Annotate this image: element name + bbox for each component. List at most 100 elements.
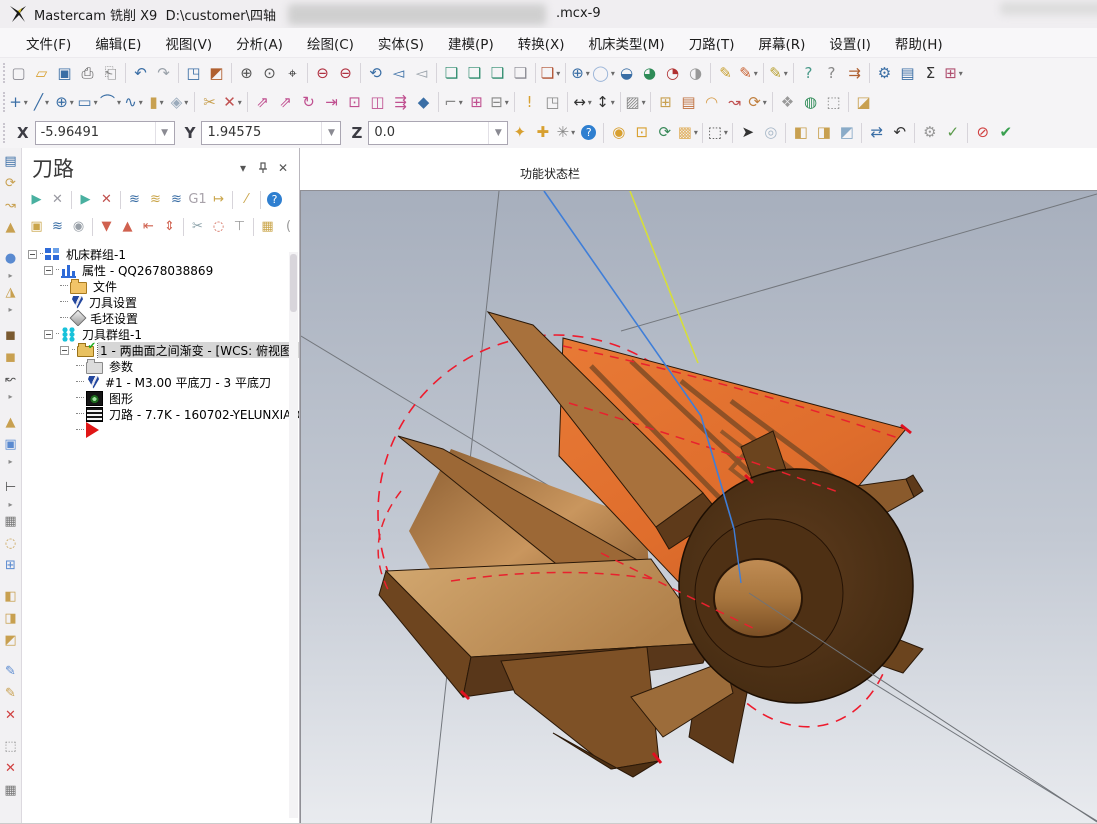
new-file-icon[interactable]: ▢ [7,60,30,86]
edit-geometry-icon[interactable]: ✎ [0,682,22,704]
create-surface-icon[interactable]: ◈ [168,89,191,115]
tree-expand-box[interactable] [44,266,53,275]
create-cylinder-icon[interactable]: ▮ [145,89,168,115]
edit-toolpath-icon[interactable]: ✎ [0,660,22,682]
interrupt-icon[interactable]: ⊘ [971,120,994,146]
swept-2d-icon[interactable]: ◮ [0,281,22,303]
post-ref-icon[interactable]: ⊤ [229,215,250,239]
trim-toolpath-icon[interactable]: ✂ [187,215,208,239]
configuration-icon[interactable]: ⚙ [873,60,896,86]
solid-select-face-icon[interactable]: ◧ [789,120,812,146]
menu-machine-type[interactable]: 机床类型(M) [577,29,677,57]
tree-expand-box[interactable] [60,346,69,355]
regen-selected-icon[interactable]: ≋ [166,188,187,212]
repaint-icon[interactable]: ◩ [205,60,228,86]
tree-item-machine-group[interactable]: 机床群组-1 [22,246,299,262]
tree-insert-arrow[interactable] [22,422,299,438]
autocursor-override-icon[interactable]: ✦ [508,120,531,146]
select-rect-mode-icon[interactable]: ⬚ [706,120,729,146]
menu-model-prep[interactable]: 建模(P) [436,29,506,57]
scrollbar-thumb[interactable] [290,254,297,312]
previous-view-icon[interactable]: ⟲ [364,60,387,86]
layout-icon[interactable]: ⊞ [942,60,965,86]
menu-toolpaths[interactable]: 刀路(T) [677,29,747,57]
trim-break-icon[interactable]: ✂ [198,89,221,115]
g1-backplot-icon[interactable]: G1 [187,188,208,212]
gview-top-icon[interactable]: ❏ [440,60,463,86]
deselect-tool-ops-icon[interactable]: ✕ [96,188,117,212]
shading-wireframe-icon[interactable]: ◒ [615,60,638,86]
menu-create[interactable]: 绘图(C) [295,29,366,57]
stock-display-icon[interactable]: ⬚ [0,735,22,757]
gview-named-icon[interactable]: ❏ [539,60,562,86]
unzoom-80-icon[interactable]: ⊖ [311,60,334,86]
tree-item-tool-settings[interactable]: 刀具设置 [22,294,299,310]
swap-entity-icon[interactable]: ⇄ [865,120,888,146]
y-coordinate-input[interactable] [202,124,321,141]
dimension-icon[interactable]: ⊢ [0,476,22,498]
analyze-dynamic-icon[interactable]: ✎ [767,60,790,86]
xform-array-icon[interactable]: ⇶ [389,89,412,115]
tree-item-files[interactable]: 文件 [22,278,299,294]
select-rotate-icon[interactable]: ⟳ [653,120,676,146]
surface-revolve-icon[interactable]: ⟳ [746,89,769,115]
panel-close-icon[interactable]: ✕ [273,159,293,177]
toolpath-editor-icon[interactable]: ▤ [0,150,22,172]
wcs-icon[interactable]: ⊕ [569,60,592,86]
analyze-entity-icon[interactable]: ✎ [714,60,737,86]
solid-extrude-icon[interactable]: ❖ [776,89,799,115]
autocursor-config-icon[interactable]: ✚ [531,120,554,146]
select-window-icon[interactable]: ⊡ [630,120,653,146]
menu-analyze[interactable]: 分析(A) [224,29,295,57]
toggle-lock-icon[interactable]: ▣ [26,215,47,239]
panel-scrollbar[interactable] [289,252,298,818]
solid-revolve-icon[interactable]: ◍ [799,89,822,115]
cursor-check-icon[interactable]: ✓ [941,120,964,146]
gear-clock-icon[interactable]: ⚙ [918,120,941,146]
delete-entities-icon[interactable]: ✕ [221,89,244,115]
zoom-part-icon[interactable]: ◌ [0,532,22,554]
undo-icon[interactable]: ↶ [129,60,152,86]
tree-item-toolpath-file[interactable]: 刀路 - 7.7K - 160702-YELUNXIAO.I [22,406,299,422]
z-dropdown-icon[interactable]: ▼ [488,122,507,144]
surface-rough-icon[interactable]: ◼ [0,324,22,346]
solid-select-body-icon[interactable]: ◨ [812,120,835,146]
tree-item-operation-1[interactable]: 1 - 两曲面之间渐变 - [WCS: 俯视图] [22,342,299,358]
analyze-area-icon[interactable]: ? [820,60,843,86]
tree-item-parameters[interactable]: 参数 [22,358,299,374]
menu-solids[interactable]: 实体(S) [366,29,436,57]
zoom-window-icon[interactable]: ⊕ [235,60,258,86]
tree-item-geometry[interactable]: 图形 [22,390,299,406]
expand-arrow[interactable]: ▸ [0,390,22,402]
surface-finish-icon[interactable]: ◼ [0,346,22,368]
create-rectangle-icon[interactable]: ▭ [76,89,99,115]
graphics-viewport[interactable] [300,190,1097,823]
help-icon[interactable]: ? [577,120,600,146]
containment-icon[interactable]: ◌ [208,215,229,239]
expand-arrow[interactable]: ▸ [0,455,22,467]
wire-display-icon[interactable]: ▦ [0,779,22,801]
toggle-ghost-icon[interactable]: ◉ [68,215,89,239]
select-all-operations-icon[interactable]: ▶ [26,188,47,212]
sigma-icon[interactable]: Σ [919,60,942,86]
menu-xform[interactable]: 转换(X) [506,29,577,57]
remove-stock-icon[interactable]: ✕ [0,757,22,779]
tree-item-tool-group[interactable]: 刀具群组-1 [22,326,299,342]
create-line-icon[interactable]: ╱ [30,89,53,115]
select-undo-icon[interactable]: ↶ [888,120,911,146]
break-corner-icon[interactable]: ⌐ [442,89,465,115]
panel-help-icon[interactable]: ? [264,188,285,212]
move-insert-icon[interactable]: ⇤ [138,215,159,239]
create-point-icon[interactable]: + [7,89,30,115]
delete-op-icon[interactable]: ✕ [0,704,22,726]
toggle-toolpath-display-icon[interactable]: ≋ [47,215,68,239]
gview-iso-icon[interactable]: ❏ [509,60,532,86]
hatch-icon[interactable]: ▨ [624,89,647,115]
customize-icon[interactable]: ▤ [896,60,919,86]
xform-3d-icon[interactable]: ◆ [412,89,435,115]
circle-mill-icon[interactable]: ● [0,247,22,269]
solid-boolean-icon[interactable]: ⬚ [822,89,845,115]
surface-flat-icon[interactable]: ▤ [677,89,700,115]
note-light-icon[interactable]: ! [518,89,541,115]
solid-history-icon[interactable]: ◪ [852,89,875,115]
